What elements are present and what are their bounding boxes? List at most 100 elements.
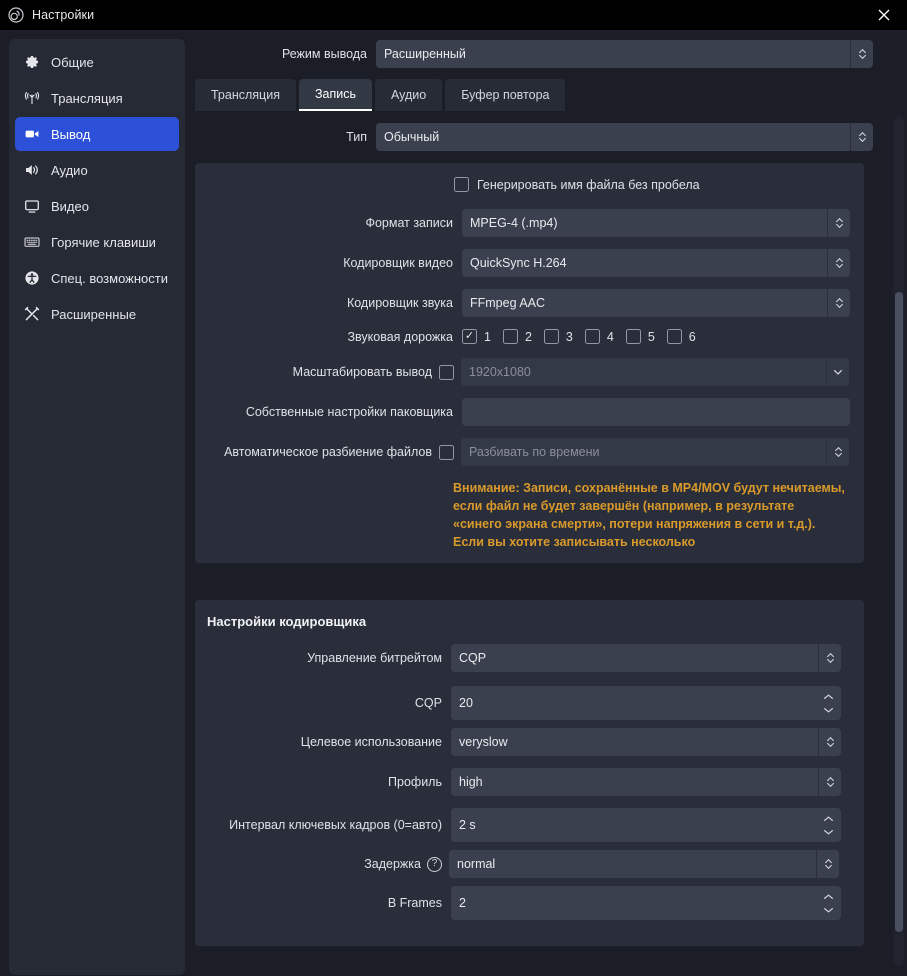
cqp-row: CQP 20 — [195, 686, 864, 720]
no-space-filename-label: Генерировать имя файла без пробела — [477, 177, 700, 192]
chevron-updown-icon — [816, 850, 839, 878]
obs-logo-icon — [8, 7, 24, 23]
monitor-icon — [23, 197, 41, 215]
auto-split-checkbox[interactable] — [439, 444, 454, 460]
chevron-down-icon — [826, 358, 849, 386]
sidebar-item-label: Аудио — [51, 162, 88, 178]
spin-arrows-icon[interactable] — [819, 686, 841, 720]
recording-format-combo[interactable]: MPEG-4 (.mp4) — [462, 209, 850, 237]
sidebar-item-output[interactable]: Вывод — [15, 117, 179, 151]
audio-track-group: ✓ 1 2 3 4 5 6 — [462, 329, 696, 344]
sidebar-item-audio[interactable]: Аудио — [15, 153, 179, 187]
chevron-updown-icon — [818, 768, 841, 796]
tab-label: Трансляция — [211, 88, 280, 102]
profile-row: Профиль high — [195, 768, 864, 796]
settings-window: Общие Трансляция Вывод Аудио Видео Горяч… — [0, 30, 907, 976]
sidebar-item-stream[interactable]: Трансляция — [15, 81, 179, 115]
settings-content: Режим вывода Расширенный Трансляция Запи… — [185, 30, 907, 976]
rescale-output-checkbox[interactable] — [439, 364, 454, 380]
output-mode-combo[interactable]: Расширенный — [376, 40, 873, 68]
audio-track-number: 3 — [565, 329, 573, 344]
audio-track-label: Звуковая дорожка — [347, 329, 454, 344]
audio-track-number: 6 — [688, 329, 696, 344]
spin-arrows-icon[interactable] — [819, 886, 841, 920]
audio-track-checkbox-6[interactable] — [666, 329, 682, 344]
chevron-updown-icon — [827, 209, 850, 237]
cqp-spinbox[interactable]: 20 — [451, 686, 841, 720]
tab-audio[interactable]: Аудио — [374, 79, 443, 111]
tab-recording[interactable]: Запись — [298, 79, 372, 111]
keyframe-interval-row: Интервал ключевых кадров (0=авто) 2 s — [195, 808, 864, 842]
recording-format-row: Формат записи MPEG-4 (.mp4) — [195, 209, 864, 237]
sidebar-item-label: Горячие клавиши — [51, 234, 156, 250]
window-title: Настройки — [32, 8, 95, 22]
close-icon[interactable] — [861, 0, 907, 30]
audio-track-row: Звуковая дорожка ✓ 1 2 3 4 5 6 — [195, 329, 864, 344]
keyframe-interval-spinbox[interactable]: 2 s — [451, 808, 841, 842]
help-icon[interactable]: ? — [427, 856, 442, 872]
audio-encoder-value: FFmpeg AAC — [470, 296, 546, 310]
encoder-settings-card: Настройки кодировщика Управление битрейт… — [195, 600, 864, 946]
rescale-output-combo[interactable]: 1920x1080 — [461, 358, 849, 386]
audio-track-number: 2 — [524, 329, 532, 344]
audio-encoder-combo[interactable]: FFmpeg AAC — [462, 289, 850, 317]
sidebar-item-label: Вывод — [51, 126, 91, 142]
chevron-updown-icon — [827, 289, 850, 317]
audio-encoder-row: Кодировщик звука FFmpeg AAC — [195, 289, 864, 317]
video-encoder-row: Кодировщик видео QuickSync H.264 — [195, 249, 864, 277]
audio-track-number: 4 — [606, 329, 614, 344]
latency-combo[interactable]: normal — [449, 850, 839, 878]
chevron-updown-icon — [850, 40, 873, 68]
audio-track-checkbox-5[interactable] — [625, 329, 641, 344]
scrollbar-thumb[interactable] — [895, 292, 903, 932]
muxer-settings-row: Собственные настройки паковщика — [195, 398, 864, 426]
b-frames-spinbox[interactable]: 2 — [451, 886, 841, 920]
audio-track-checkbox-2[interactable] — [502, 329, 518, 344]
sidebar-item-label: Общие — [51, 54, 94, 70]
video-encoder-combo[interactable]: QuickSync H.264 — [462, 249, 850, 277]
rate-control-value: CQP — [459, 651, 487, 665]
profile-value: high — [459, 775, 483, 789]
chevron-updown-icon — [818, 728, 841, 756]
check-icon: ✓ — [464, 330, 475, 342]
sidebar-item-video[interactable]: Видео — [15, 189, 179, 223]
auto-split-combo[interactable]: Разбивать по времени — [461, 438, 849, 466]
sidebar-item-general[interactable]: Общие — [15, 45, 179, 79]
output-mode-label: Режим вывода — [281, 47, 367, 61]
chevron-updown-icon — [850, 123, 873, 151]
tab-stream[interactable]: Трансляция — [195, 79, 296, 111]
chevron-updown-icon — [827, 249, 850, 277]
latency-label: Задержка — [364, 857, 421, 871]
gear-icon — [23, 53, 41, 71]
auto-split-row: Автоматическое разбиение файлов Разбиват… — [195, 438, 864, 466]
target-usage-combo[interactable]: veryslow — [451, 728, 841, 756]
profile-combo[interactable]: high — [451, 768, 841, 796]
muxer-settings-input[interactable] — [462, 398, 850, 426]
b-frames-label: B Frames — [387, 896, 442, 910]
sidebar-item-hotkeys[interactable]: Горячие клавиши — [15, 225, 179, 259]
encoder-settings-title: Настройки кодировщика — [207, 614, 367, 629]
recording-format-value: MPEG-4 (.mp4) — [470, 216, 558, 230]
sidebar-item-accessibility[interactable]: Спец. возможности — [15, 261, 179, 295]
audio-track-checkbox-3[interactable] — [543, 329, 559, 344]
accessibility-icon — [23, 269, 41, 287]
output-mode-value: Расширенный — [384, 47, 466, 61]
sidebar-item-advanced[interactable]: Расширенные — [15, 297, 179, 331]
rate-control-combo[interactable]: CQP — [451, 644, 841, 672]
tab-replay-buffer[interactable]: Буфер повтора — [445, 79, 566, 111]
keyframe-interval-value: 2 s — [459, 818, 476, 832]
speaker-icon — [23, 161, 41, 179]
type-combo[interactable]: Обычный — [376, 123, 873, 151]
spin-arrows-icon[interactable] — [819, 808, 841, 842]
video-encoder-label: Кодировщик видео — [343, 256, 453, 270]
no-space-filename-checkbox[interactable] — [454, 177, 469, 192]
keyboard-icon — [23, 233, 41, 251]
chevron-updown-icon — [826, 438, 849, 466]
chevron-updown-icon — [818, 644, 841, 672]
audio-track-checkbox-1[interactable]: ✓ — [462, 329, 477, 344]
audio-track-number: 5 — [647, 329, 655, 344]
target-usage-row: Целевое использование veryslow — [195, 728, 864, 756]
audio-encoder-label: Кодировщик звука — [346, 296, 453, 310]
audio-track-checkbox-4[interactable] — [584, 329, 600, 344]
sidebar-item-label: Расширенные — [51, 306, 137, 322]
